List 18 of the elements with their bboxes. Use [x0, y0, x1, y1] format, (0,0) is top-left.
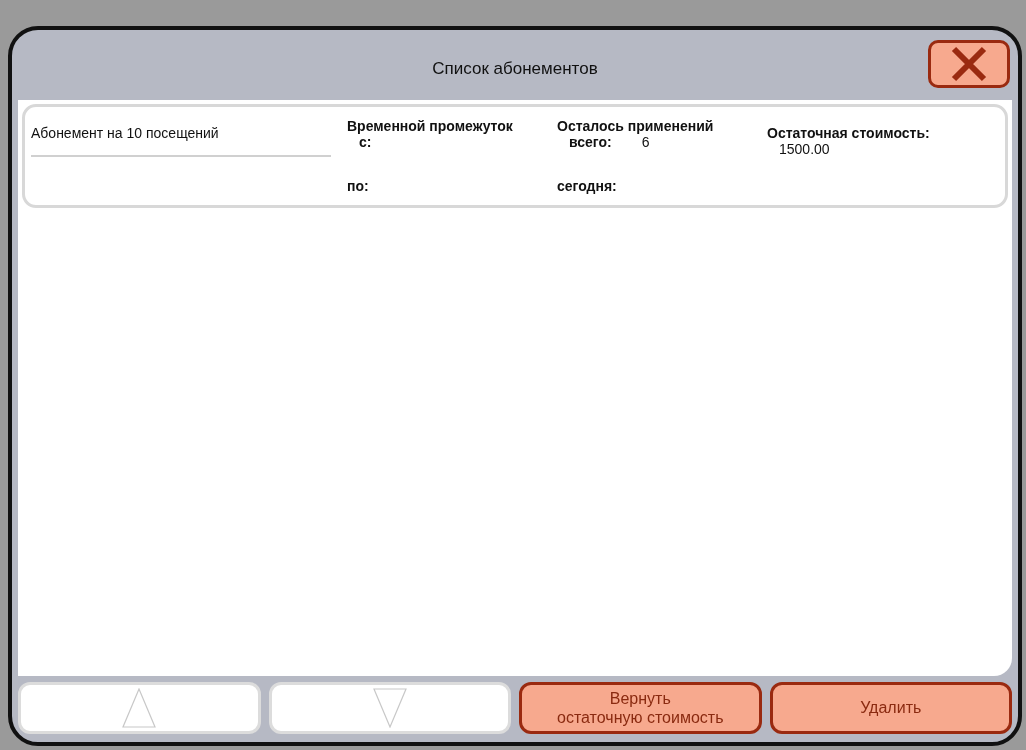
triangle-up-icon	[122, 688, 157, 728]
close-button[interactable]	[928, 40, 1010, 88]
action-button[interactable]: Удалить	[769, 682, 1012, 734]
residual-value: 1500.00	[778, 141, 831, 157]
residual-label: Остаточная стоимость:	[767, 125, 931, 141]
period-label: Временной промежуток	[347, 118, 514, 134]
action-button[interactable]: Вернуть остаточную стоимость	[519, 682, 762, 734]
triangle-down-icon	[372, 688, 407, 728]
to-label: по:	[347, 178, 370, 194]
uses-label: Осталось применений	[557, 118, 715, 134]
close-icon	[951, 46, 987, 82]
today-label: сегодня:	[557, 178, 618, 194]
subscription-name: Абонемент на 10 посещений	[31, 113, 331, 157]
subscription-card[interactable]: Абонемент на 10 посещений Временной промежуток с: по: Осталось применений всего: 6 сегодня: Остаточная стоимость: 1500.00	[22, 104, 1008, 208]
total-label: всего:	[569, 134, 612, 150]
total-value: 6	[641, 134, 650, 150]
window-title: Список абонементов	[432, 59, 598, 79]
from-label: с:	[359, 134, 372, 150]
